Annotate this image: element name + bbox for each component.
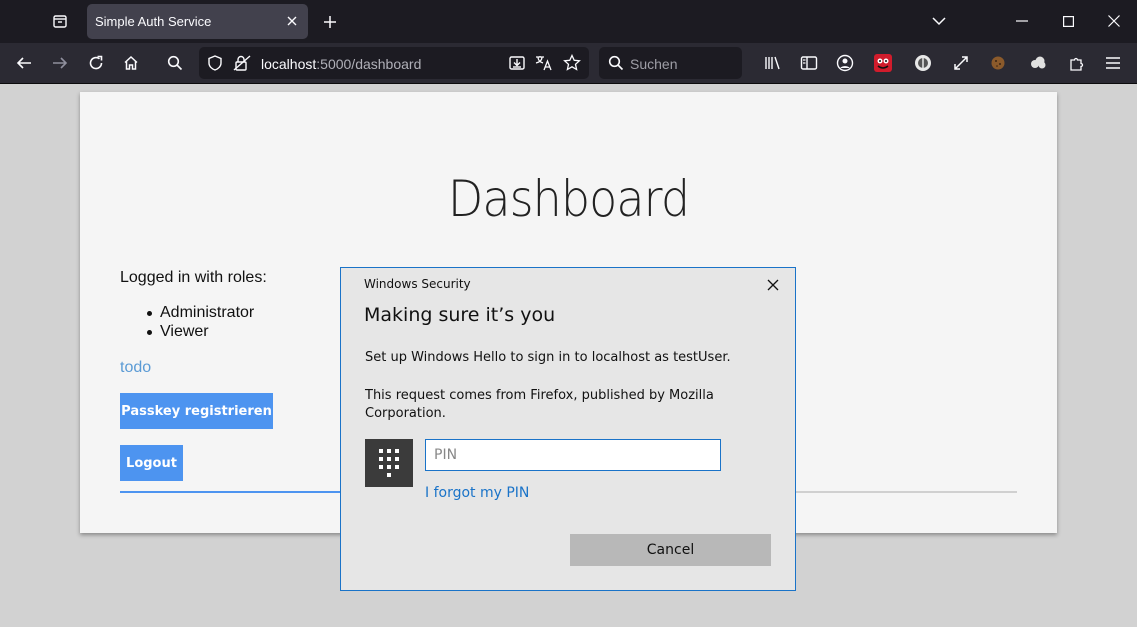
dialog-close-icon[interactable] bbox=[765, 277, 781, 293]
tracking-protection-shield-icon[interactable] bbox=[207, 55, 223, 76]
sidebar-icon[interactable] bbox=[795, 49, 823, 77]
page-title: Dashboard bbox=[447, 170, 690, 228]
insecure-lock-icon[interactable] bbox=[233, 54, 251, 77]
pin-input[interactable] bbox=[425, 439, 721, 471]
firefox-view-icon[interactable] bbox=[44, 5, 76, 37]
divider bbox=[120, 491, 345, 493]
cookie-extension-icon[interactable] bbox=[984, 49, 1012, 77]
register-passkey-button[interactable]: Passkey registrieren bbox=[120, 393, 273, 429]
tab-close-icon[interactable] bbox=[284, 13, 300, 29]
account-icon[interactable] bbox=[831, 49, 859, 77]
roles-label: Logged in with roles: bbox=[120, 269, 267, 286]
tab-bar: Simple Auth Service bbox=[0, 0, 1137, 43]
roles-list: Administrator Viewer bbox=[146, 304, 255, 342]
url-host: localhost bbox=[261, 56, 317, 72]
dialog-header: Windows Security bbox=[364, 277, 471, 291]
minimize-icon[interactable] bbox=[999, 0, 1045, 42]
library-icon[interactable] bbox=[759, 49, 787, 77]
pin-keypad-icon bbox=[365, 439, 413, 487]
home-icon[interactable] bbox=[117, 49, 145, 77]
maximize-icon[interactable] bbox=[1045, 0, 1091, 42]
divider bbox=[792, 491, 1017, 493]
expand-arrows-icon[interactable] bbox=[947, 49, 975, 77]
logout-button[interactable]: Logout bbox=[120, 445, 183, 481]
reload-icon[interactable] bbox=[82, 49, 110, 77]
privacy-badger-extension-icon[interactable] bbox=[909, 49, 937, 77]
dialog-title: Making sure it’s you bbox=[364, 304, 556, 326]
bookmark-star-icon[interactable] bbox=[563, 53, 581, 77]
list-all-tabs-chevron-icon[interactable] bbox=[916, 0, 962, 42]
cloud-extension-icon[interactable] bbox=[1024, 49, 1052, 77]
windows-security-dialog: Windows Security Making sure it’s you Se… bbox=[340, 267, 796, 591]
close-window-icon[interactable] bbox=[1091, 0, 1137, 42]
dialog-message: Set up Windows Hello to sign in to local… bbox=[365, 350, 731, 365]
back-arrow-icon[interactable] bbox=[10, 49, 38, 77]
new-tab-plus-icon[interactable] bbox=[316, 8, 344, 36]
tab-title: Simple Auth Service bbox=[95, 14, 212, 29]
save-to-pocket-download-icon[interactable] bbox=[508, 54, 526, 77]
url-path: :5000/dashboard bbox=[316, 56, 422, 72]
role-item-administrator: Administrator bbox=[146, 304, 255, 321]
navigation-toolbar: localhost:5000/dashboard Suchen bbox=[0, 43, 1137, 84]
dialog-request-origin: This request comes from Firefox, publish… bbox=[365, 388, 714, 421]
extensions-puzzle-icon[interactable] bbox=[1063, 49, 1091, 77]
translate-icon[interactable] bbox=[535, 54, 553, 75]
search-bar-magnifier-icon bbox=[608, 55, 624, 76]
search-bar[interactable]: Suchen bbox=[599, 47, 742, 79]
red-monster-extension-icon[interactable] bbox=[869, 49, 897, 77]
url-text[interactable]: localhost:5000/dashboard bbox=[261, 56, 421, 72]
search-placeholder: Suchen bbox=[630, 56, 678, 72]
cancel-button[interactable]: Cancel bbox=[570, 534, 771, 566]
role-item-viewer: Viewer bbox=[146, 323, 254, 342]
forgot-pin-link[interactable]: I forgot my PIN bbox=[425, 485, 529, 501]
search-icon[interactable] bbox=[161, 49, 189, 77]
todo-link[interactable]: todo bbox=[120, 359, 151, 377]
hamburger-menu-icon[interactable] bbox=[1099, 49, 1127, 77]
tab-simple-auth-service[interactable]: Simple Auth Service bbox=[87, 4, 308, 39]
forward-arrow-icon[interactable] bbox=[46, 49, 74, 77]
url-bar[interactable]: localhost:5000/dashboard bbox=[199, 47, 589, 79]
